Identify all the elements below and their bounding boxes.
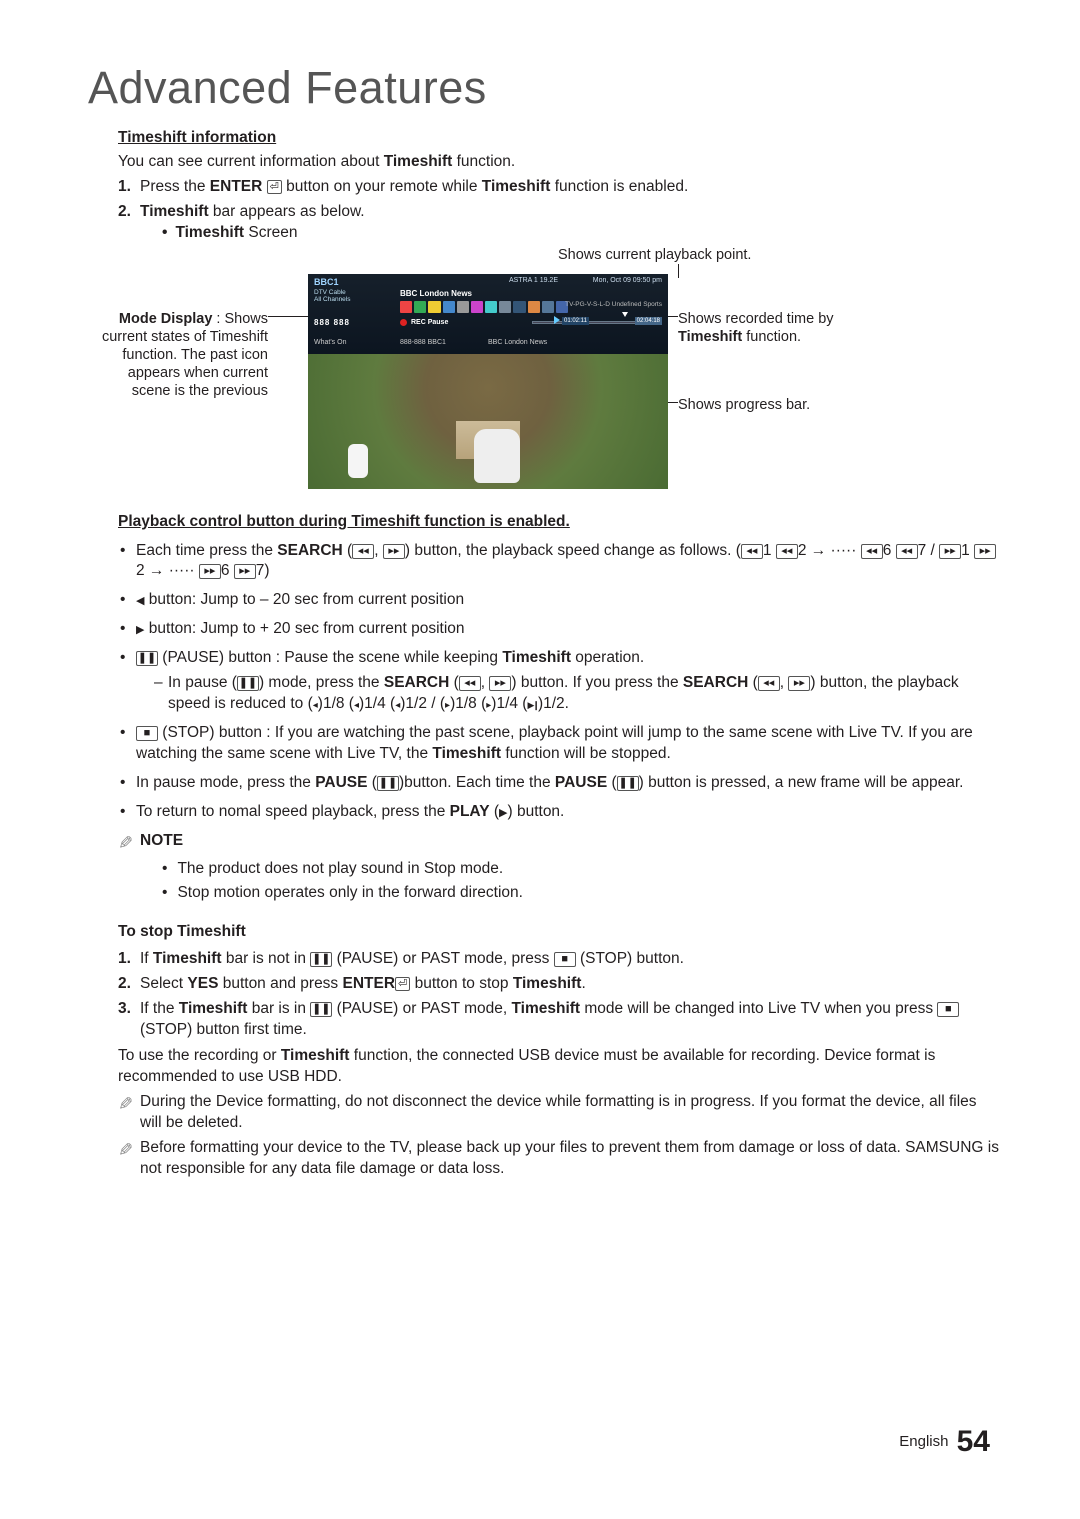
section-heading-stop-timeshift: To stop Timeshift (118, 922, 1000, 943)
shot-datetime: Mon, Oct 09 09:50 pm (593, 276, 662, 285)
bullet-pause-frame: In pause mode, press the PAUSE (❚❚)butto… (118, 773, 1000, 794)
play-cursor-icon (554, 316, 560, 324)
note-icon (118, 831, 140, 855)
bullet-stop: ■ (STOP) button : If you are watching th… (118, 723, 1000, 765)
stop-timeshift-steps: If Timeshift bar is not in ❚❚ (PAUSE) or… (118, 949, 1000, 1041)
note-block: NOTE (118, 831, 1000, 855)
shot-elapsed-time: 01:02:11 (562, 317, 589, 325)
stop-icon: ■ (136, 726, 158, 741)
format-warning-2: Before formatting your device to the TV,… (118, 1138, 1000, 1180)
shot-satellite: ASTRA 1 19.2E (509, 276, 558, 285)
footer-page-number: 54 (957, 1425, 990, 1458)
bullet-play: To return to nomal speed playback, press… (118, 802, 1000, 823)
shot-rating: TV-PG-V-S-L-D Undefined Sports (565, 301, 662, 310)
stop-step-1: If Timeshift bar is not in ❚❚ (PAUSE) or… (118, 949, 1000, 970)
tv-screenshot: BBC1 ASTRA 1 19.2E Mon, Oct 09 09:50 pm … (308, 274, 668, 489)
bullet-jump-forward: button: Jump to + 20 sec from current po… (118, 619, 1000, 640)
shot-channel-2: 888-888 BBC1 (400, 338, 446, 347)
shot-channel: BBC1 (314, 276, 339, 288)
shot-video-frame (308, 354, 668, 489)
step-1: Press the ENTER ⏎ button on your remote … (118, 177, 1000, 198)
page-footer: English 54 (899, 1425, 990, 1459)
shot-source: DTV CableAll Channels (314, 289, 374, 303)
shot-total-time: 02:04:18 (635, 317, 662, 325)
timeshift-steps: Press the ENTER ⏎ button on your remote … (118, 177, 1000, 244)
note-icon (118, 1092, 140, 1116)
section-heading-timeshift-info: Timeshift information (118, 128, 1000, 149)
rewind-icon: ◂◂ (352, 544, 374, 559)
note-item-1: The product does not play sound in Stop … (162, 859, 1000, 880)
record-icon (400, 319, 407, 326)
usb-note: To use the recording or Timeshift functi… (118, 1046, 1000, 1088)
shot-channel-number: 888 888 (314, 318, 350, 329)
callout-recorded-time: Shows recorded time by Timeshift functio… (678, 310, 878, 346)
play-icon (499, 803, 507, 820)
note-list: The product does not play sound in Stop … (162, 859, 1000, 904)
intro-text: You can see current information about Ti… (118, 152, 1000, 173)
bullet-pause-search: In pause (❚❚) mode, press the SEARCH (◂◂… (154, 673, 1000, 715)
timeshift-diagram: Shows current playback point. Mode Displ… (118, 254, 1000, 494)
bullet-pause: ❚❚ (PAUSE) button : Pause the scene whil… (118, 648, 1000, 715)
page-title: Advanced Features (88, 62, 1000, 114)
shot-program-2: BBC London News (488, 338, 547, 347)
callout-progress-bar: Shows progress bar. (678, 396, 878, 414)
enter-icon: ⏎ (267, 180, 282, 194)
fastforward-icon: ▸▸ (383, 544, 405, 559)
note-icon (118, 1138, 140, 1162)
shot-progress-bar: 01:02:11 02:04:18 (532, 318, 662, 328)
footer-language: English (899, 1433, 948, 1450)
callout-playback-point: Shows current playback point. (558, 246, 751, 264)
format-warning-1: During the Device formatting, do not dis… (118, 1092, 1000, 1134)
pause-icon: ❚❚ (136, 651, 158, 666)
marker-icon (622, 312, 628, 317)
step-2: Timeshift bar appears as below. Timeshif… (118, 202, 1000, 244)
shot-whats-on: What's On (314, 338, 346, 347)
bullet-jump-back: button: Jump to – 20 sec from current po… (118, 590, 1000, 611)
substep-screen: Timeshift Screen (162, 223, 1000, 244)
stop-step-3: If the Timeshift bar is in ❚❚ (PAUSE) or… (118, 999, 1000, 1041)
shot-program: BBC London News (400, 289, 472, 300)
section-heading-playback-control: Playback control button during Timeshift… (118, 512, 1000, 533)
bullet-search-speed: Each time press the SEARCH (◂◂, ▸▸) butt… (118, 541, 1000, 583)
shot-icon-strip (400, 301, 568, 313)
callout-mode-display: Mode Display : Shows current states of T… (88, 310, 268, 401)
shot-rec-pause: REC Pause (400, 318, 448, 327)
note-item-2: Stop motion operates only in the forward… (162, 883, 1000, 904)
playback-control-list: Each time press the SEARCH (◂◂, ▸▸) butt… (118, 541, 1000, 823)
stop-step-2: Select YES button and press ENTER⏎ butto… (118, 974, 1000, 995)
